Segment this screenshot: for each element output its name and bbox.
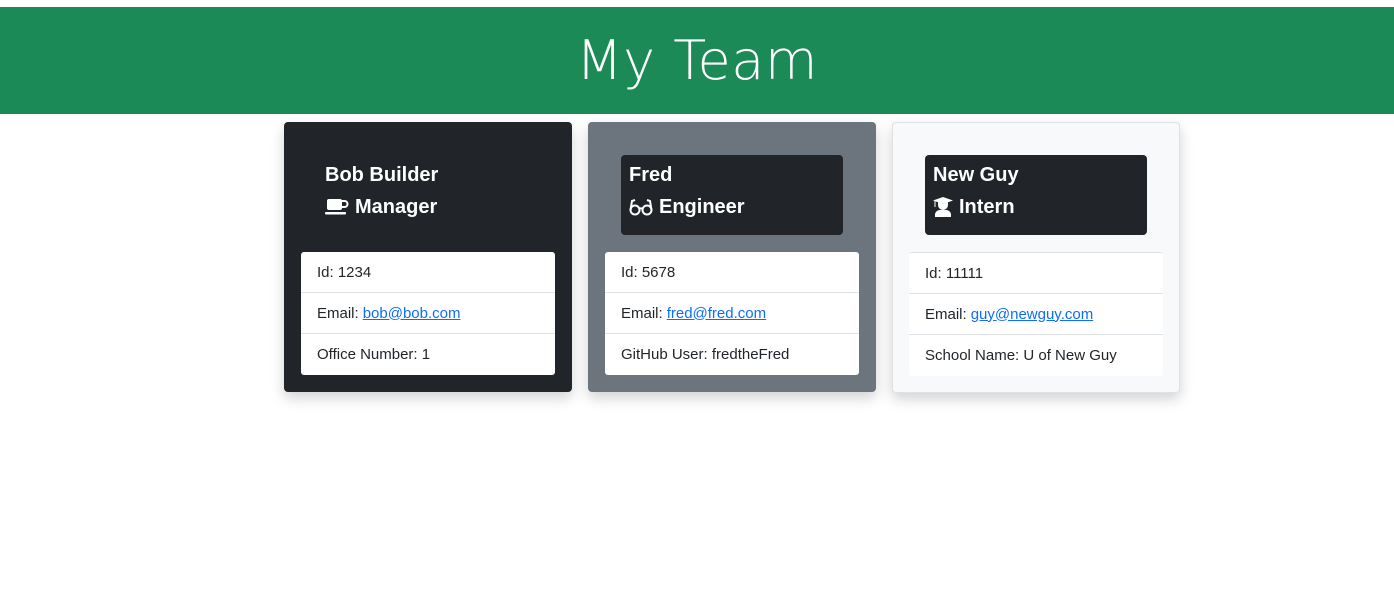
employee-name: Fred [629,164,673,186]
email-link[interactable]: bob@bob.com [363,305,461,322]
employee-github: GitHub User: fredtheFred [621,346,790,363]
employee-id: Id: 11111 [909,253,1163,294]
employee-card-intern: New Guy Intern Id: 11111 Email: guy@newg… [892,122,1180,393]
graduate-icon [933,197,953,217]
page-header: My Team [0,7,1394,114]
employee-role-label: Manager [355,195,438,218]
card-details: Id: 11111 Email: guy@newguy.com School N… [909,252,1163,376]
employee-role: Intern [933,194,1139,220]
employee-id: Id: 1234 [301,252,555,293]
employee-card-engineer: Fred Engineer Id: 5678 Email: fred@fred.… [588,122,876,392]
card-details: Id: 1234 Email: bob@bob.com Office Numbe… [301,252,555,375]
email-link[interactable]: guy@newguy.com [971,306,1094,323]
employee-email-row: Email: fred@fred.com [605,293,859,334]
employee-role: Manager [325,194,547,220]
employee-school: School Name: U of New Guy [925,347,1117,364]
employee-name: New Guy [933,164,1019,186]
card-header: New Guy Intern [925,155,1147,235]
email-label: Email: [621,304,663,322]
employee-id: Id: 5678 [605,252,859,293]
email-label: Email: [317,304,359,322]
email-link[interactable]: fred@fred.com [667,305,766,322]
employee-email-row: Email: guy@newguy.com [909,294,1163,335]
employee-role-label: Engineer [659,195,745,218]
card-header: Bob Builder Manager [301,155,555,235]
card-details: Id: 5678 Email: fred@fred.com GitHub Use… [605,252,859,375]
employee-card-manager: Bob Builder Manager Id: 1234 Email: bob@… [284,122,572,392]
coffee-mug-icon [325,199,349,215]
page-title: My Team [576,28,818,92]
email-label: Email: [925,305,967,323]
glasses-icon [629,199,653,216]
employee-email-row: Email: bob@bob.com [301,293,555,334]
employee-name: Bob Builder [325,164,439,186]
employee-role: Engineer [629,194,835,220]
card-header: Fred Engineer [621,155,843,235]
employee-role-label: Intern [959,195,1015,218]
employee-office-number: Office Number: 1 [317,346,431,363]
